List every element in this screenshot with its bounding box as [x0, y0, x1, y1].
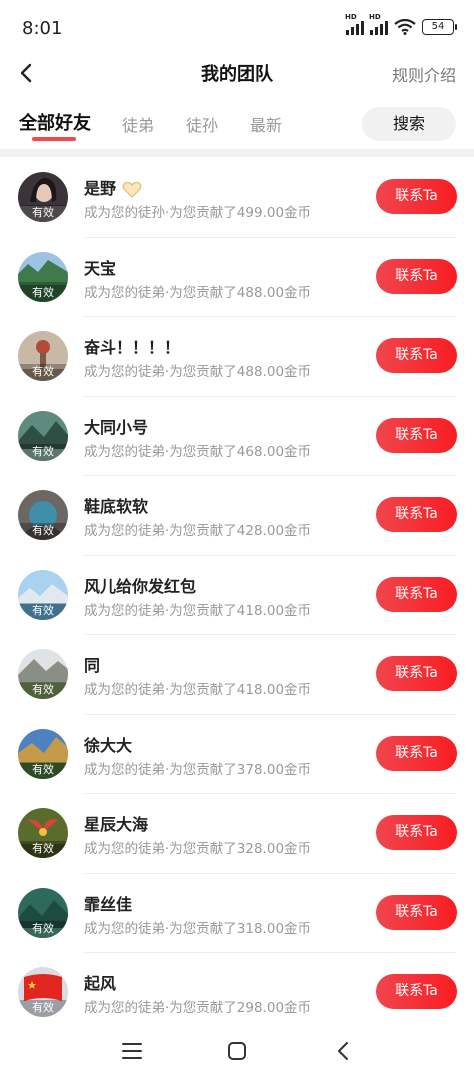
contact-button[interactable]: 联系Ta [376, 656, 457, 691]
tab-newest[interactable]: 最新 [250, 112, 282, 136]
contact-button[interactable]: 联系Ta [376, 894, 457, 930]
member-contribution: 成为您的徒弟·为您贡献了318.00金币 [84, 920, 312, 937]
member-name: 起风 [84, 974, 117, 993]
member-contribution: 成为您的徒弟·为您贡献了488.00金币 [84, 364, 312, 380]
avatar[interactable]: 有效 [18, 649, 68, 699]
avatar[interactable]: 有效 [18, 967, 68, 1017]
tab-disciples[interactable]: 徒弟 [122, 112, 154, 136]
battery-icon: 54 [422, 19, 457, 35]
tab-grand-disciples[interactable]: 徒孙 [186, 112, 218, 136]
signal-icon-2: HD [369, 13, 388, 35]
list-item: 有效 鞋底软软 成为您的徒弟·为您贡献了428.00金币 联系Ta [0, 476, 474, 556]
member-name: 徐大大 [84, 735, 133, 755]
member-contribution: 成为您的徒孙·为您贡献了499.00金币 [84, 205, 312, 221]
valid-badge: 有效 [18, 841, 68, 858]
hd-label-2: HD [369, 13, 381, 21]
member-name: 天宝 [84, 258, 117, 278]
contact-button[interactable]: 联系Ta [376, 815, 457, 850]
hd-label: HD [345, 13, 357, 21]
team-member-list: 有效 是野 成为您的徒孙·为您贡献了499.00金币 联系Ta 有效 天宝 成为… [0, 158, 474, 1033]
valid-badge: 有效 [18, 920, 68, 938]
member-name: 霏丝佳 [84, 894, 133, 914]
member-name: 奋斗！！！！ [84, 338, 181, 357]
section-divider [0, 149, 474, 157]
back-icon[interactable] [332, 1040, 354, 1062]
tab-all-friends[interactable]: 全部好友 [19, 109, 91, 135]
list-item: 有效 是野 成为您的徒孙·为您贡献了499.00金币 联系Ta [0, 158, 474, 238]
member-name: 是野 [84, 175, 142, 199]
avatar[interactable]: 有效 [18, 410, 68, 461]
member-contribution: 成为您的徒弟·为您贡献了488.00金币 [84, 284, 312, 301]
list-item: 有效 霏丝佳 成为您的徒弟·为您贡献了318.00金币 联系Ta [0, 874, 474, 954]
status-time: 8:01 [22, 18, 63, 39]
avatar[interactable]: 有效 [18, 331, 68, 381]
member-contribution: 成为您的徒弟·为您贡献了418.00金币 [84, 602, 312, 619]
valid-badge: 有效 [18, 523, 68, 540]
list-item: 有效 徐大大 成为您的徒弟·为您贡献了378.00金币 联系Ta [0, 715, 474, 795]
signal-icon: HD [345, 13, 364, 35]
list-item: 有效 起风 成为您的徒弟·为您贡献了298.00金币 联系Ta [0, 953, 474, 1033]
valid-badge: 有效 [18, 284, 68, 302]
list-item: 有效 星辰大海 成为您的徒弟·为您贡献了328.00金币 联系Ta [0, 794, 474, 874]
home-icon[interactable] [226, 1040, 248, 1062]
search-button[interactable]: 搜索 [362, 107, 456, 141]
member-contribution: 成为您的徒弟·为您贡献了378.00金币 [84, 761, 312, 778]
status-icons: HD HD 54 [345, 13, 457, 35]
valid-badge: 有效 [18, 364, 68, 381]
avatar[interactable]: 有效 [18, 251, 68, 302]
member-contribution: 成为您的徒弟·为您贡献了418.00金币 [84, 682, 312, 698]
contact-button[interactable]: 联系Ta [376, 974, 457, 1009]
menu-icon[interactable] [121, 1040, 143, 1062]
member-contribution: 成为您的徒弟·为您贡献了328.00金币 [84, 841, 312, 857]
avatar[interactable]: 有效 [18, 887, 68, 938]
rules-link[interactable]: 规则介绍 [392, 62, 456, 86]
contact-button[interactable]: 联系Ta [376, 258, 457, 294]
list-item: 有效 同 成为您的徒弟·为您贡献了418.00金币 联系Ta [0, 635, 474, 715]
contact-button[interactable]: 联系Ta [376, 338, 457, 373]
contact-button[interactable]: 联系Ta [376, 735, 457, 771]
member-name-text: 是野 [84, 179, 117, 198]
contact-button[interactable]: 联系Ta [376, 179, 457, 214]
contact-button[interactable]: 联系Ta [376, 497, 457, 532]
active-tab-indicator [32, 137, 76, 141]
valid-badge: 有效 [18, 682, 68, 699]
wifi-icon [394, 19, 416, 35]
vip-heart-icon [122, 181, 142, 198]
member-contribution: 成为您的徒弟·为您贡献了428.00金币 [84, 523, 312, 539]
contact-button[interactable]: 联系Ta [376, 576, 457, 612]
valid-badge: 有效 [18, 761, 68, 779]
list-item: 有效 风儿给你发红包 成为您的徒弟·为您贡献了418.00金币 联系Ta [0, 556, 474, 636]
valid-badge: 有效 [18, 1000, 68, 1017]
list-item: 有效 大同小号 成为您的徒弟·为您贡献了468.00金币 联系Ta [0, 397, 474, 477]
avatar[interactable]: 有效 [18, 569, 68, 620]
member-contribution: 成为您的徒弟·为您贡献了468.00金币 [84, 443, 312, 460]
avatar[interactable]: 有效 [18, 490, 68, 540]
nav-bar: 我的团队 规则介绍 [0, 50, 474, 96]
member-name: 星辰大海 [84, 815, 149, 834]
avatar[interactable]: 有效 [18, 808, 68, 858]
list-item: 有效 奋斗！！！！ 成为您的徒弟·为您贡献了488.00金币 联系Ta [0, 317, 474, 397]
contact-button[interactable]: 联系Ta [376, 417, 457, 453]
system-nav-bar [0, 1024, 474, 1080]
avatar[interactable]: 有效 [18, 172, 68, 222]
valid-badge: 有效 [18, 205, 68, 222]
member-name: 风儿给你发红包 [84, 576, 197, 596]
valid-badge: 有效 [18, 602, 68, 620]
valid-badge: 有效 [18, 443, 68, 461]
avatar[interactable]: 有效 [18, 728, 68, 779]
member-name: 鞋底软软 [84, 497, 149, 516]
member-name: 同 [84, 656, 101, 675]
member-contribution: 成为您的徒弟·为您贡献了298.00金币 [84, 1000, 312, 1016]
member-name: 大同小号 [84, 417, 149, 437]
list-item: 有效 天宝 成为您的徒弟·为您贡献了488.00金币 联系Ta [0, 238, 474, 318]
tab-bar: 全部好友 徒弟 徒孙 最新 搜索 [0, 100, 474, 146]
